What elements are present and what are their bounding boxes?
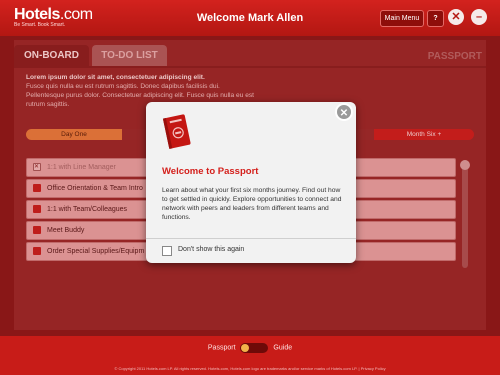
modal-close-icon[interactable]: ✕ — [335, 103, 353, 121]
dont-show-checkbox[interactable] — [162, 246, 172, 256]
header-bar: Hotels.com Be Smart. Book Smart. Welcome… — [0, 0, 500, 36]
modal-title: Welcome to Passport — [162, 166, 259, 177]
toggle-label-passport[interactable]: Passport — [208, 345, 236, 352]
toggle-label-guide[interactable]: Guide — [273, 345, 292, 352]
dont-show-label[interactable]: Don't show this again — [178, 246, 244, 253]
modal-body-text: Learn about what your first six months j… — [162, 187, 342, 221]
view-switch[interactable] — [240, 343, 269, 353]
copyright-footer: © Copyright 2011 Hotels.com LP. All righ… — [114, 366, 386, 371]
switch-knob — [241, 344, 250, 352]
minimize-icon[interactable]: – — [471, 9, 487, 25]
view-toggle: Passport Guide — [0, 343, 500, 353]
help-button[interactable]: ? — [427, 10, 444, 27]
close-icon[interactable]: ✕ — [448, 9, 464, 25]
welcome-message: Welcome Mark Allen — [196, 12, 304, 24]
modal-divider — [146, 238, 356, 239]
main-menu-button[interactable]: Main Menu — [380, 10, 424, 27]
passport-book-icon — [162, 114, 191, 149]
app-window: Hotels.com Be Smart. Book Smart. Welcome… — [0, 0, 500, 375]
